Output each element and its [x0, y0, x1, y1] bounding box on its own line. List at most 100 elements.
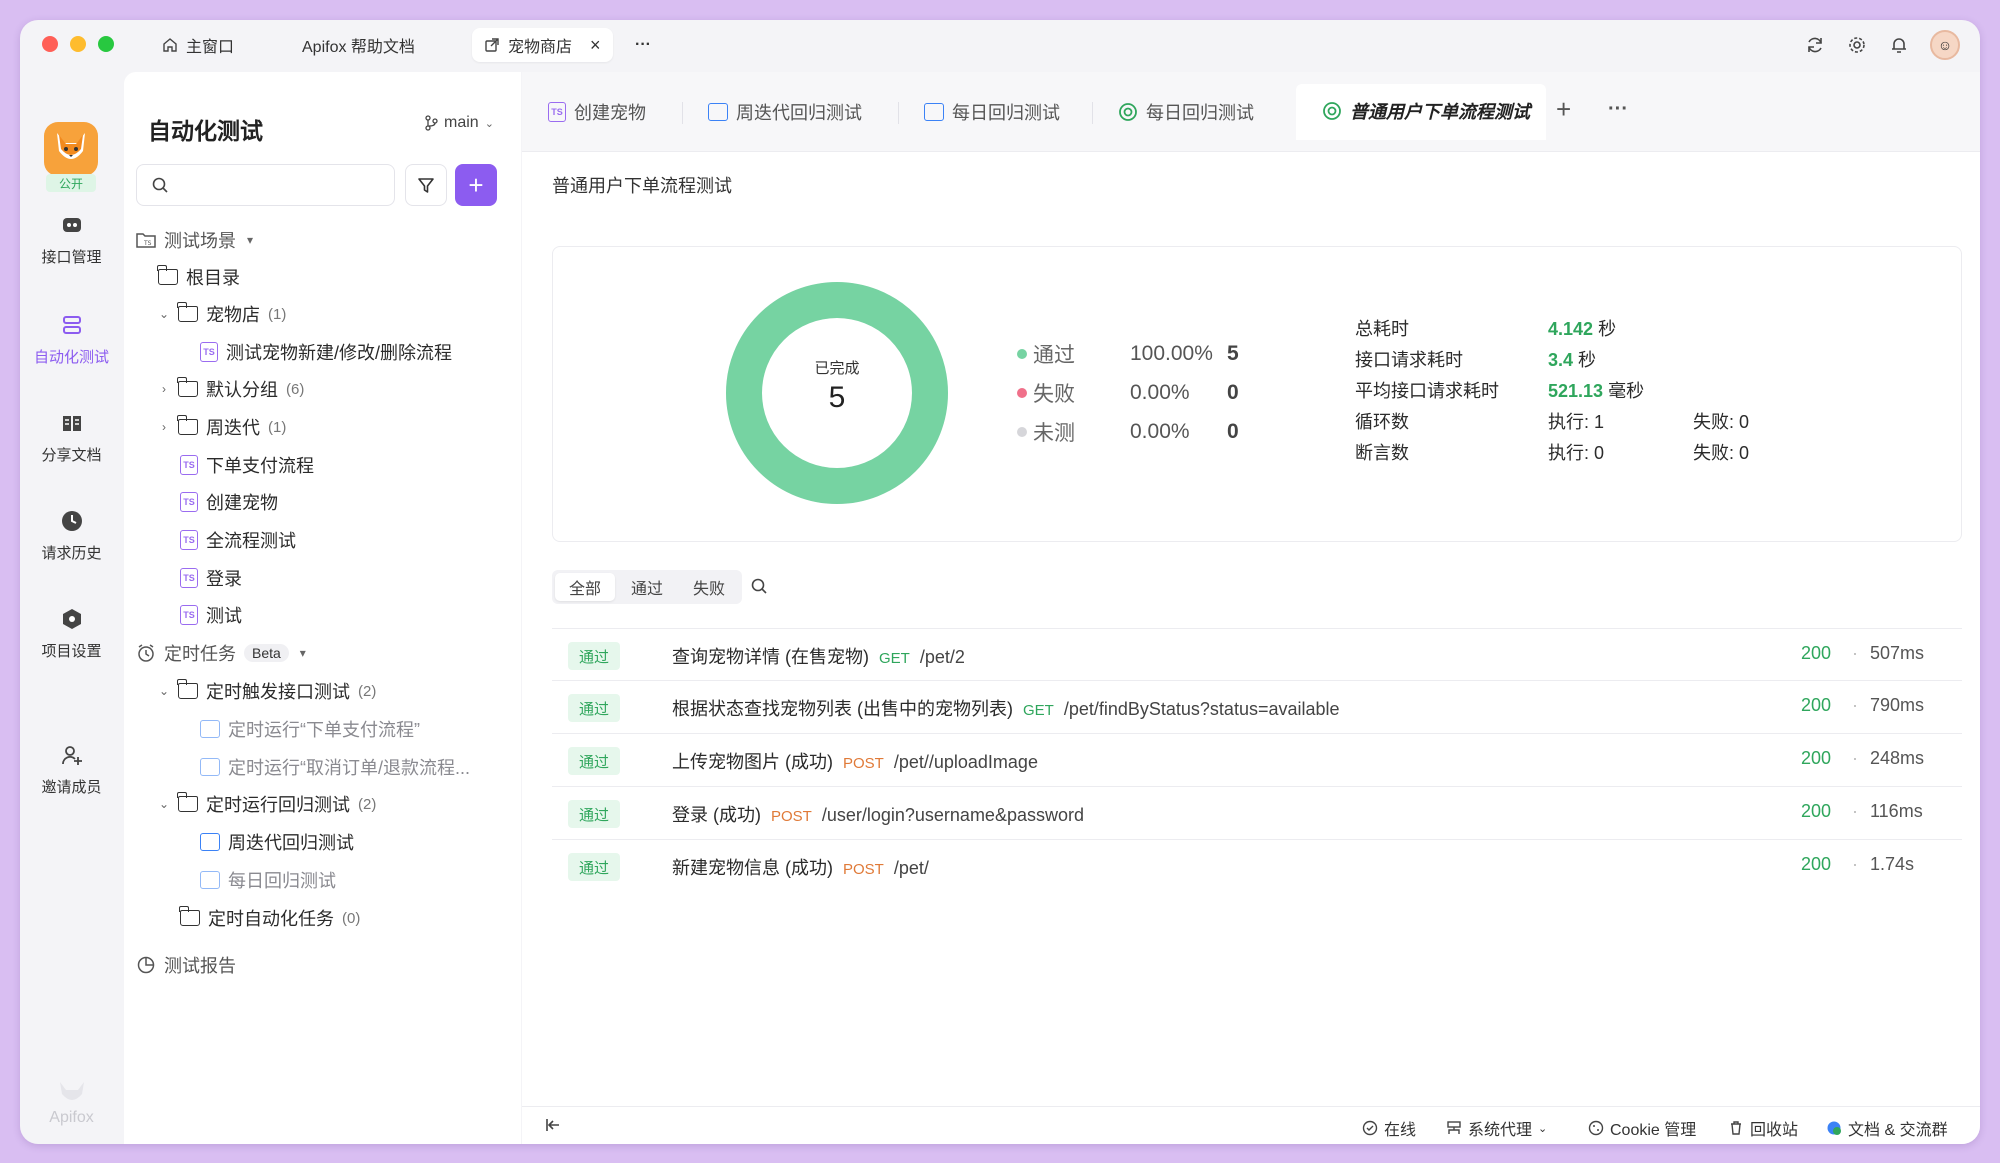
chevron-down-icon[interactable]: ⌄ [158, 684, 170, 698]
tree-folder-iteration[interactable]: › 周迭代 (1) [158, 412, 286, 442]
result-row[interactable]: 通过 上传宠物图片 (成功) POST/pet//uploadImage 200 … [552, 734, 1962, 787]
proxy-selector[interactable]: 系统代理 ⌄ [1446, 1116, 1547, 1140]
status-badge: 通过 [568, 800, 621, 828]
http-method: POST [843, 755, 884, 772]
more-tabs-button[interactable]: ··· [1608, 98, 1628, 121]
tree-folder-auto-tasks[interactable]: 定时自动化任务 (0) [179, 903, 360, 933]
status-code: 200 [1801, 854, 1832, 874]
tree-item-trigger-refund[interactable]: 定时运行“取消订单/退款流程... [200, 752, 470, 782]
filter-button[interactable] [405, 164, 447, 206]
rail-item-project-settings[interactable]: 项目设置 [20, 606, 123, 661]
zoom-window-button[interactable] [98, 36, 114, 52]
tree-label: 登录 [206, 569, 242, 589]
tree-item-weekly-regression[interactable]: 周迭代回归测试 [200, 827, 354, 857]
trash-icon [1731, 1121, 1741, 1135]
tree-folder-pet-store[interactable]: ⌄ 宠物店 (1) [158, 299, 286, 329]
tree-item-test[interactable]: TS 测试 [180, 600, 242, 630]
sidebar-title: 自动化测试 [148, 118, 263, 144]
ts-icon: TS [180, 530, 198, 550]
rail-item-share-docs[interactable]: 分享文档 [20, 410, 123, 465]
status-code: 200 [1801, 643, 1832, 663]
docs-community[interactable]: 文档 & 交流群 [1826, 1116, 1948, 1140]
request-path: /pet/findByStatus?status=available [1063, 699, 1340, 719]
online-status[interactable]: 在线 [1362, 1116, 1416, 1140]
duration: 1.74s [1870, 854, 1915, 874]
tree-item-full-flow[interactable]: TS 全流程测试 [180, 525, 296, 555]
tab-weekly-regression[interactable]: 周迭代回归测试 [682, 84, 862, 140]
minimize-window-button[interactable] [70, 36, 86, 52]
refresh-icon[interactable] [1804, 34, 1826, 56]
result-row[interactable]: 通过 登录 (成功) POST/user/login?username&passw… [552, 787, 1962, 840]
branch-selector[interactable]: main ⌄ [424, 114, 494, 132]
project-logo[interactable] [44, 122, 98, 176]
recycle-bin[interactable]: 回收站 [1728, 1116, 1798, 1140]
result-row[interactable]: 通过 根据状态查找宠物列表 (出售中的宠物列表) GET/pet/findBySt… [552, 681, 1962, 734]
bell-icon[interactable] [1888, 34, 1910, 56]
add-button[interactable]: + [455, 164, 497, 206]
rail-label: 接口管理 [41, 249, 102, 266]
rail-item-invite-members[interactable]: 邀请成员 [20, 742, 123, 797]
caret-down-icon: ▾ [299, 646, 306, 660]
tab-normal-user-order-flow[interactable]: 普通用户下单流程测试 [1296, 84, 1546, 140]
tree-section-reports[interactable]: 测试报告 [136, 950, 236, 980]
ts-icon: TS [180, 568, 198, 588]
tree-item-pet-crud-flow[interactable]: TS 测试宠物新建/修改/删除流程 [200, 337, 452, 367]
tab-help-docs[interactable]: Apifox 帮助文档 [290, 28, 427, 62]
tree-item-order-pay[interactable]: TS 下单支付流程 [180, 450, 314, 480]
tree-item-login[interactable]: TS 登录 [180, 563, 242, 593]
chevron-down-icon: ⌄ [484, 117, 494, 130]
user-avatar[interactable]: ☺ [1930, 30, 1960, 60]
page-title: 普通用户下单流程测试 [552, 176, 732, 196]
result-search-icon[interactable] [750, 577, 768, 600]
rail-item-history[interactable]: 请求历史 [20, 508, 123, 563]
tab-main-window[interactable]: 主窗口 [150, 28, 246, 62]
tab-daily-regression[interactable]: 每日回归测试 [898, 84, 1060, 140]
collapse-sidebar-icon[interactable] [544, 1116, 562, 1134]
legend-pass: 通过 100.00% 5 [1017, 339, 1239, 369]
tree-item-create-pet[interactable]: TS 创建宠物 [180, 487, 278, 517]
tree-label: 默认分组 [206, 380, 278, 400]
tree-item-trigger-order-pay[interactable]: 定时运行“下单支付流程” [200, 714, 420, 744]
tree-label: 创建宠物 [206, 493, 278, 513]
tree-folder-regression[interactable]: ⌄ 定时运行回归测试 (2) [158, 789, 376, 819]
cookie-manager[interactable]: Cookie 管理 [1588, 1116, 1696, 1140]
tab-daily-regression-report[interactable]: 每日回归测试 [1092, 84, 1254, 140]
tree-folder-trigger[interactable]: ⌄ 定时触发接口测试 (2) [158, 676, 376, 706]
ts-icon: TS [180, 605, 198, 625]
tree-root[interactable]: 根目录 [157, 262, 240, 292]
donut-value: 5 [828, 381, 846, 414]
close-window-button[interactable] [42, 36, 58, 52]
more-tabs-button[interactable]: ··· [623, 28, 663, 62]
result-row[interactable]: 通过 新建宠物信息 (成功) POST/pet/ 200 · 1.74s [552, 840, 1962, 893]
status-badge: 通过 [568, 642, 621, 670]
http-method: GET [879, 650, 910, 667]
tree-section-scenarios[interactable]: TS 测试场景 ▾ [136, 225, 256, 255]
add-tab-button[interactable]: + [1556, 94, 1571, 125]
tab-pet-store[interactable]: 宠物商店 × [472, 28, 613, 62]
close-tab-icon[interactable]: × [590, 35, 601, 56]
filter-fail[interactable]: 失败 [679, 573, 739, 601]
legend-count: 0 [1227, 420, 1239, 443]
filter-pass[interactable]: 通过 [617, 573, 677, 601]
chevron-right-icon[interactable]: › [158, 420, 170, 434]
chevron-down-icon[interactable]: ⌄ [158, 797, 170, 811]
status-badge: 通过 [568, 747, 621, 775]
search-input[interactable] [136, 164, 395, 206]
rail-item-api-management[interactable]: 接口管理 [20, 212, 123, 267]
chevron-down-icon[interactable]: ⌄ [158, 307, 170, 321]
chevron-right-icon[interactable]: › [158, 382, 170, 396]
result-row[interactable]: 通过 查询宠物详情 (在售宠物) GET/pet/2 200 · 507ms [552, 628, 1962, 681]
result-filter-tabs: 全部 通过 失败 [552, 570, 743, 604]
tab-create-pet[interactable]: TS 创建宠物 [522, 84, 646, 140]
tree-folder-default-group[interactable]: › 默认分组 (6) [158, 374, 304, 404]
folder-icon [177, 302, 198, 322]
legend-label: 通过 [1033, 344, 1075, 367]
gear-icon[interactable] [1846, 34, 1868, 56]
brand-name: Apifox [49, 1109, 94, 1126]
rail-item-automation[interactable]: 自动化测试 [20, 312, 123, 367]
filter-all[interactable]: 全部 [555, 573, 616, 601]
stat-fail: 失败: 0 [1693, 412, 1750, 432]
tree-section-scheduled[interactable]: 定时任务 Beta ▾ [136, 638, 309, 668]
tree-item-daily-regression[interactable]: 每日回归测试 [200, 865, 336, 895]
app-window: 主窗口 Apifox 帮助文档 宠物商店 × ··· ☺ 公开 接口管理 自动化… [20, 20, 1980, 1144]
